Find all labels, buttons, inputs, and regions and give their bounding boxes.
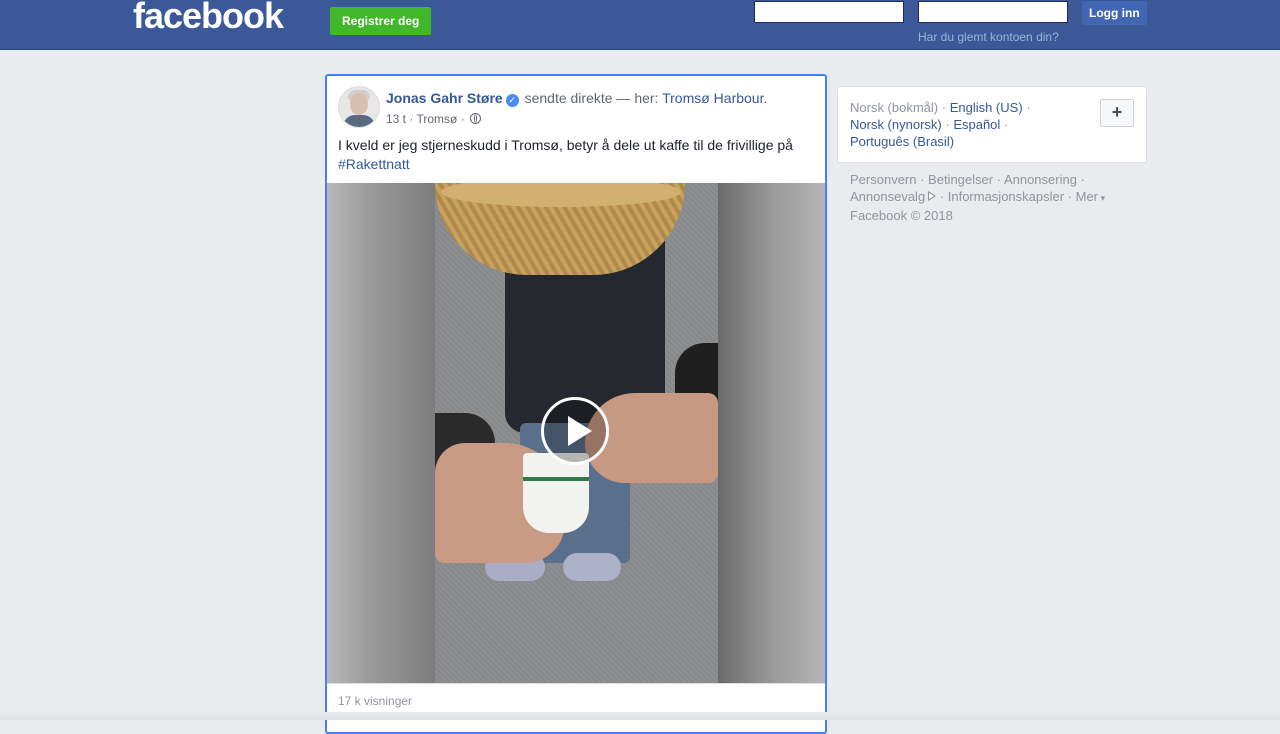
language-link[interactable]: Português (Brasil) xyxy=(850,134,954,149)
play-icon[interactable] xyxy=(541,397,609,465)
hashtag-link[interactable]: #Rakettnatt xyxy=(338,156,410,172)
language-link[interactable]: Español xyxy=(953,117,1000,132)
post-timestamp[interactable]: 13 t xyxy=(386,112,406,126)
place-suffix: . xyxy=(763,90,768,106)
forgot-account-link[interactable]: Har du glemt kontoen din? xyxy=(918,30,1059,44)
video-blur-left xyxy=(327,183,435,683)
video-blur-right xyxy=(718,183,825,683)
copyright: Facebook © 2018 xyxy=(850,208,953,223)
post-message-text: I kveld er jeg stjerneskudd i Tromsø, be… xyxy=(338,137,793,153)
language-link[interactable]: Norsk (nynorsk) xyxy=(850,117,942,132)
footer-link-cookies[interactable]: Informasjonskapsler xyxy=(948,189,1064,204)
bottom-shade xyxy=(0,712,1280,720)
author-avatar[interactable] xyxy=(338,86,380,128)
view-count: 17 k visninger xyxy=(338,694,413,708)
footer-link-adchoices[interactable]: Annonsevalg xyxy=(850,189,925,204)
top-navigation-bar: facebook Registrer deg Logg inn Har du g… xyxy=(0,0,1280,50)
register-button[interactable]: Registrer deg xyxy=(330,7,432,35)
facebook-logo[interactable]: facebook xyxy=(133,0,284,40)
language-current: Norsk (bokmål) xyxy=(850,100,939,115)
footer-link-more[interactable]: Mer xyxy=(1076,189,1098,204)
post-location[interactable]: Tromsø xyxy=(416,112,457,126)
video-player[interactable] xyxy=(327,183,825,683)
add-language-button[interactable]: + xyxy=(1100,99,1134,127)
divider xyxy=(327,683,825,684)
chevron-down-icon[interactable]: ▾ xyxy=(1098,193,1106,203)
password-field[interactable] xyxy=(918,1,1068,23)
verified-badge-icon: ✓ xyxy=(505,94,519,107)
footer-link-advertising[interactable]: Annonsering xyxy=(1004,172,1077,187)
language-list: Norsk (bokmål) · English (US) · Norsk (n… xyxy=(850,100,1031,149)
footer-link-privacy[interactable]: Personvern xyxy=(850,172,916,187)
author-name-link[interactable]: Jonas Gahr Støre xyxy=(386,90,503,106)
login-button[interactable]: Logg inn xyxy=(1082,1,1147,25)
language-link[interactable]: English (US) xyxy=(950,100,1023,115)
place-link[interactable]: Tromsø Harbour xyxy=(662,90,763,106)
adchoices-icon[interactable] xyxy=(928,191,937,201)
post-message: I kveld er jeg stjerneskudd i Tromsø, be… xyxy=(338,136,808,174)
footer-links: Personvern · Betingelser · Annonsering ·… xyxy=(850,172,1106,223)
post-meta: 13 t · Tromsø · xyxy=(386,111,482,127)
language-selector: Norsk (bokmål) · English (US) · Norsk (n… xyxy=(837,86,1147,163)
globe-icon[interactable] xyxy=(470,113,482,124)
post-action-text: sendte direkte — her: xyxy=(524,90,659,106)
footer-link-terms[interactable]: Betingelser xyxy=(928,172,993,187)
post-card: Jonas Gahr Støre ✓ sendte direkte — her: … xyxy=(325,74,827,734)
email-field[interactable] xyxy=(754,1,904,23)
post-header: Jonas Gahr Støre ✓ sendte direkte — her: … xyxy=(386,89,767,107)
